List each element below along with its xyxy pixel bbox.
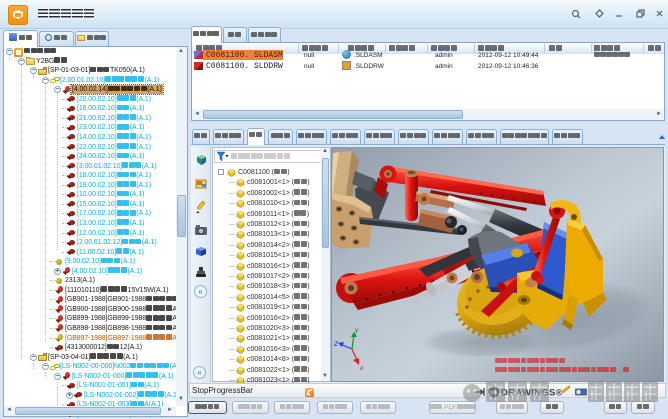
svg-text:DRAWINGS®: DRAWINGS® [501,388,563,399]
